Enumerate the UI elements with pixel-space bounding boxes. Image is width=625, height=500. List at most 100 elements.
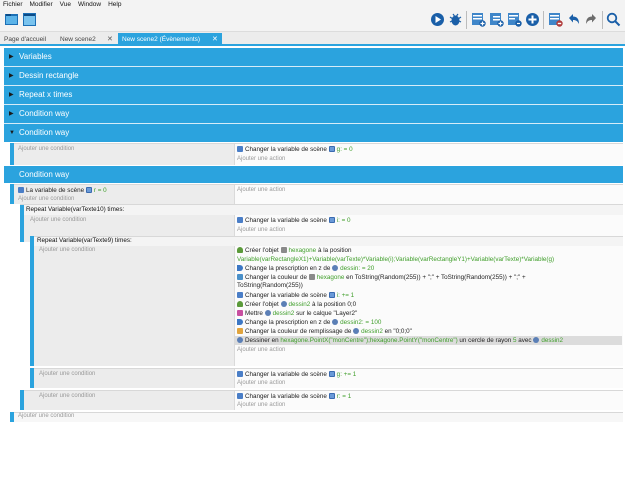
action-line[interactable]: Mettre dessin2 sur le calque "Layer2" xyxy=(237,310,357,318)
search-icon[interactable] xyxy=(606,12,621,27)
preview-icon[interactable] xyxy=(430,12,445,27)
variable-icon xyxy=(237,292,243,298)
menu-edit[interactable]: Modifier xyxy=(27,0,57,9)
variable-icon xyxy=(237,217,243,223)
add-action-link[interactable]: Ajouter une action xyxy=(237,380,285,386)
group-variables[interactable]: ▶ Variables xyxy=(4,48,623,66)
action-line[interactable]: Changer la variable de scène r: = 1 xyxy=(237,393,351,401)
add-event-icon[interactable] xyxy=(471,12,486,27)
group-title: Condition way xyxy=(19,170,70,179)
group-dessin-rectangle[interactable]: ▶ Dessin rectangle xyxy=(4,67,623,85)
event-handle[interactable] xyxy=(10,412,14,422)
action-line[interactable]: Changer la couleur de remplissage de des… xyxy=(237,328,412,336)
repeat-header[interactable]: Repeat Variable(varTexte10) times: xyxy=(26,206,124,214)
add-comment-icon[interactable] xyxy=(507,12,522,27)
toolbar-separator xyxy=(602,11,603,29)
radius-value: 5 xyxy=(512,337,517,344)
add-condition-link[interactable]: Ajouter une condition xyxy=(18,413,74,419)
toolbar xyxy=(0,9,625,32)
action-line[interactable]: Change la prescription en z de dessin2: … xyxy=(237,319,381,327)
debug-icon[interactable] xyxy=(448,12,463,27)
object-icon xyxy=(280,247,287,253)
expand-arrow-icon[interactable]: ▶ xyxy=(9,67,14,85)
add-action-link[interactable]: Ajouter une action xyxy=(237,347,285,353)
action-line-selected[interactable]: Dessiner en hexagone.PointX("monCentre")… xyxy=(237,337,563,345)
expand-arrow-icon[interactable]: ▶ xyxy=(9,105,14,123)
action-value: : = 20 xyxy=(358,265,375,272)
action-line-cont[interactable]: ToString(Random(255)) xyxy=(237,282,303,290)
action-value: : = 0 xyxy=(340,146,353,153)
action-expression: hexagone.PointX("monCentre");hexagone.Po… xyxy=(280,337,458,344)
add-condition-link[interactable]: Ajouter une condition xyxy=(18,146,74,152)
action-line[interactable]: Changer la variable de scène g: += 1 xyxy=(237,371,356,379)
add-action-link[interactable]: Ajouter une action xyxy=(237,227,285,233)
tab-close-icon[interactable]: ✕ xyxy=(107,33,113,46)
condition-text: La variable de scène xyxy=(26,187,85,194)
object-name: dessin2 xyxy=(272,310,295,317)
conditions-area[interactable] xyxy=(34,246,234,366)
group-repeat-x-times[interactable]: ▶ Repeat x times xyxy=(4,86,623,104)
actions-area[interactable] xyxy=(234,185,623,204)
action-line[interactable]: Changer la variable de scène i: = 0 xyxy=(237,217,351,225)
action-line[interactable]: Créer l'objet hexagone à la position xyxy=(237,247,352,255)
toolbar-separator xyxy=(466,11,467,29)
object-icon xyxy=(280,301,287,307)
action-text: Créer l'objet xyxy=(245,301,279,308)
tab-scene[interactable]: New scene2 ✕ xyxy=(56,33,118,46)
action-line[interactable]: Change la prescription en z de dessin: =… xyxy=(237,265,374,273)
add-condition-link[interactable]: Ajouter une condition xyxy=(30,217,86,223)
tab-bar: Page d'accueil New scene2 ✕ New scene2 (É… xyxy=(0,32,625,46)
add-subevent-icon[interactable] xyxy=(489,12,504,27)
add-condition-link[interactable]: Ajouter une condition xyxy=(39,393,95,399)
remove-icon[interactable] xyxy=(548,12,563,27)
tab-home[interactable]: Page d'accueil xyxy=(0,33,55,46)
action-line[interactable]: Changer la variable de scène i: += 1 xyxy=(237,292,354,300)
tab-close-icon[interactable]: ✕ xyxy=(212,33,218,46)
undo-icon[interactable] xyxy=(566,12,581,27)
z-order-icon xyxy=(237,265,243,271)
group-condition-way-2[interactable]: ▼ Condition way xyxy=(4,124,623,142)
action-text: Changer la variable de scène xyxy=(245,371,327,378)
repeat-header[interactable]: Repeat Variable(varTexte9) times: xyxy=(37,237,132,245)
action-line[interactable]: Changer la couleur de hexagone en ToStri… xyxy=(237,274,526,282)
action-expression[interactable]: Variable(varRectangleX1)+Variable(varTex… xyxy=(237,256,554,264)
menu-window[interactable]: Window xyxy=(75,0,105,9)
redo-icon[interactable] xyxy=(584,12,599,27)
menu-view[interactable]: Vue xyxy=(57,0,75,9)
add-condition-link[interactable]: Ajouter une condition xyxy=(18,196,74,202)
expand-arrow-icon[interactable]: ▶ xyxy=(9,86,14,104)
color-icon xyxy=(237,274,243,280)
menu-help[interactable]: Help xyxy=(105,0,125,9)
action-line[interactable]: Créer l'objet dessin2 à la position 0;0 xyxy=(237,301,356,309)
project-manager-icon[interactable] xyxy=(4,12,19,27)
action-value: à la position 0;0 xyxy=(311,301,357,308)
action-text: Dessiner en xyxy=(245,337,279,344)
object-icon xyxy=(533,337,540,343)
tab-home-label: Page d'accueil xyxy=(4,36,47,43)
action-text: Mettre xyxy=(245,310,263,317)
object-name: dessin2 xyxy=(340,319,362,326)
expand-arrow-icon[interactable]: ▶ xyxy=(9,48,14,66)
group-title: Condition way xyxy=(19,128,70,137)
scene-variable-icon xyxy=(328,146,335,152)
add-action-link[interactable]: Ajouter une action xyxy=(237,402,285,408)
add-more-icon[interactable] xyxy=(525,12,540,27)
object-name: dessin2 xyxy=(541,337,564,344)
group-condition-way-3[interactable]: Condition way xyxy=(4,166,623,183)
action-line[interactable]: Changer la variable de scène g: = 0 xyxy=(237,146,353,154)
add-condition-link[interactable]: Ajouter une condition xyxy=(39,247,95,253)
event-row[interactable] xyxy=(10,412,623,422)
add-action-link[interactable]: Ajouter une action xyxy=(237,187,285,193)
menu-file[interactable]: Fichier xyxy=(0,0,27,9)
action-text: Changer la variable de scène xyxy=(245,146,327,153)
group-condition-way[interactable]: ▶ Condition way xyxy=(4,105,623,123)
create-object-icon xyxy=(237,301,243,307)
scene-editor-icon[interactable] xyxy=(22,12,37,27)
add-condition-link[interactable]: Ajouter une condition xyxy=(39,371,95,377)
expand-arrow-icon[interactable]: ▼ xyxy=(9,124,15,142)
tab-scene-events[interactable]: New scene2 (Évènements) ✕ xyxy=(118,33,222,46)
object-name: hexagone xyxy=(316,274,345,281)
condition-line[interactable]: La variable de scène r = 0 xyxy=(18,187,107,195)
add-action-link[interactable]: Ajouter une action xyxy=(237,156,285,162)
action-value: sur le calque "Layer2" xyxy=(296,310,358,317)
